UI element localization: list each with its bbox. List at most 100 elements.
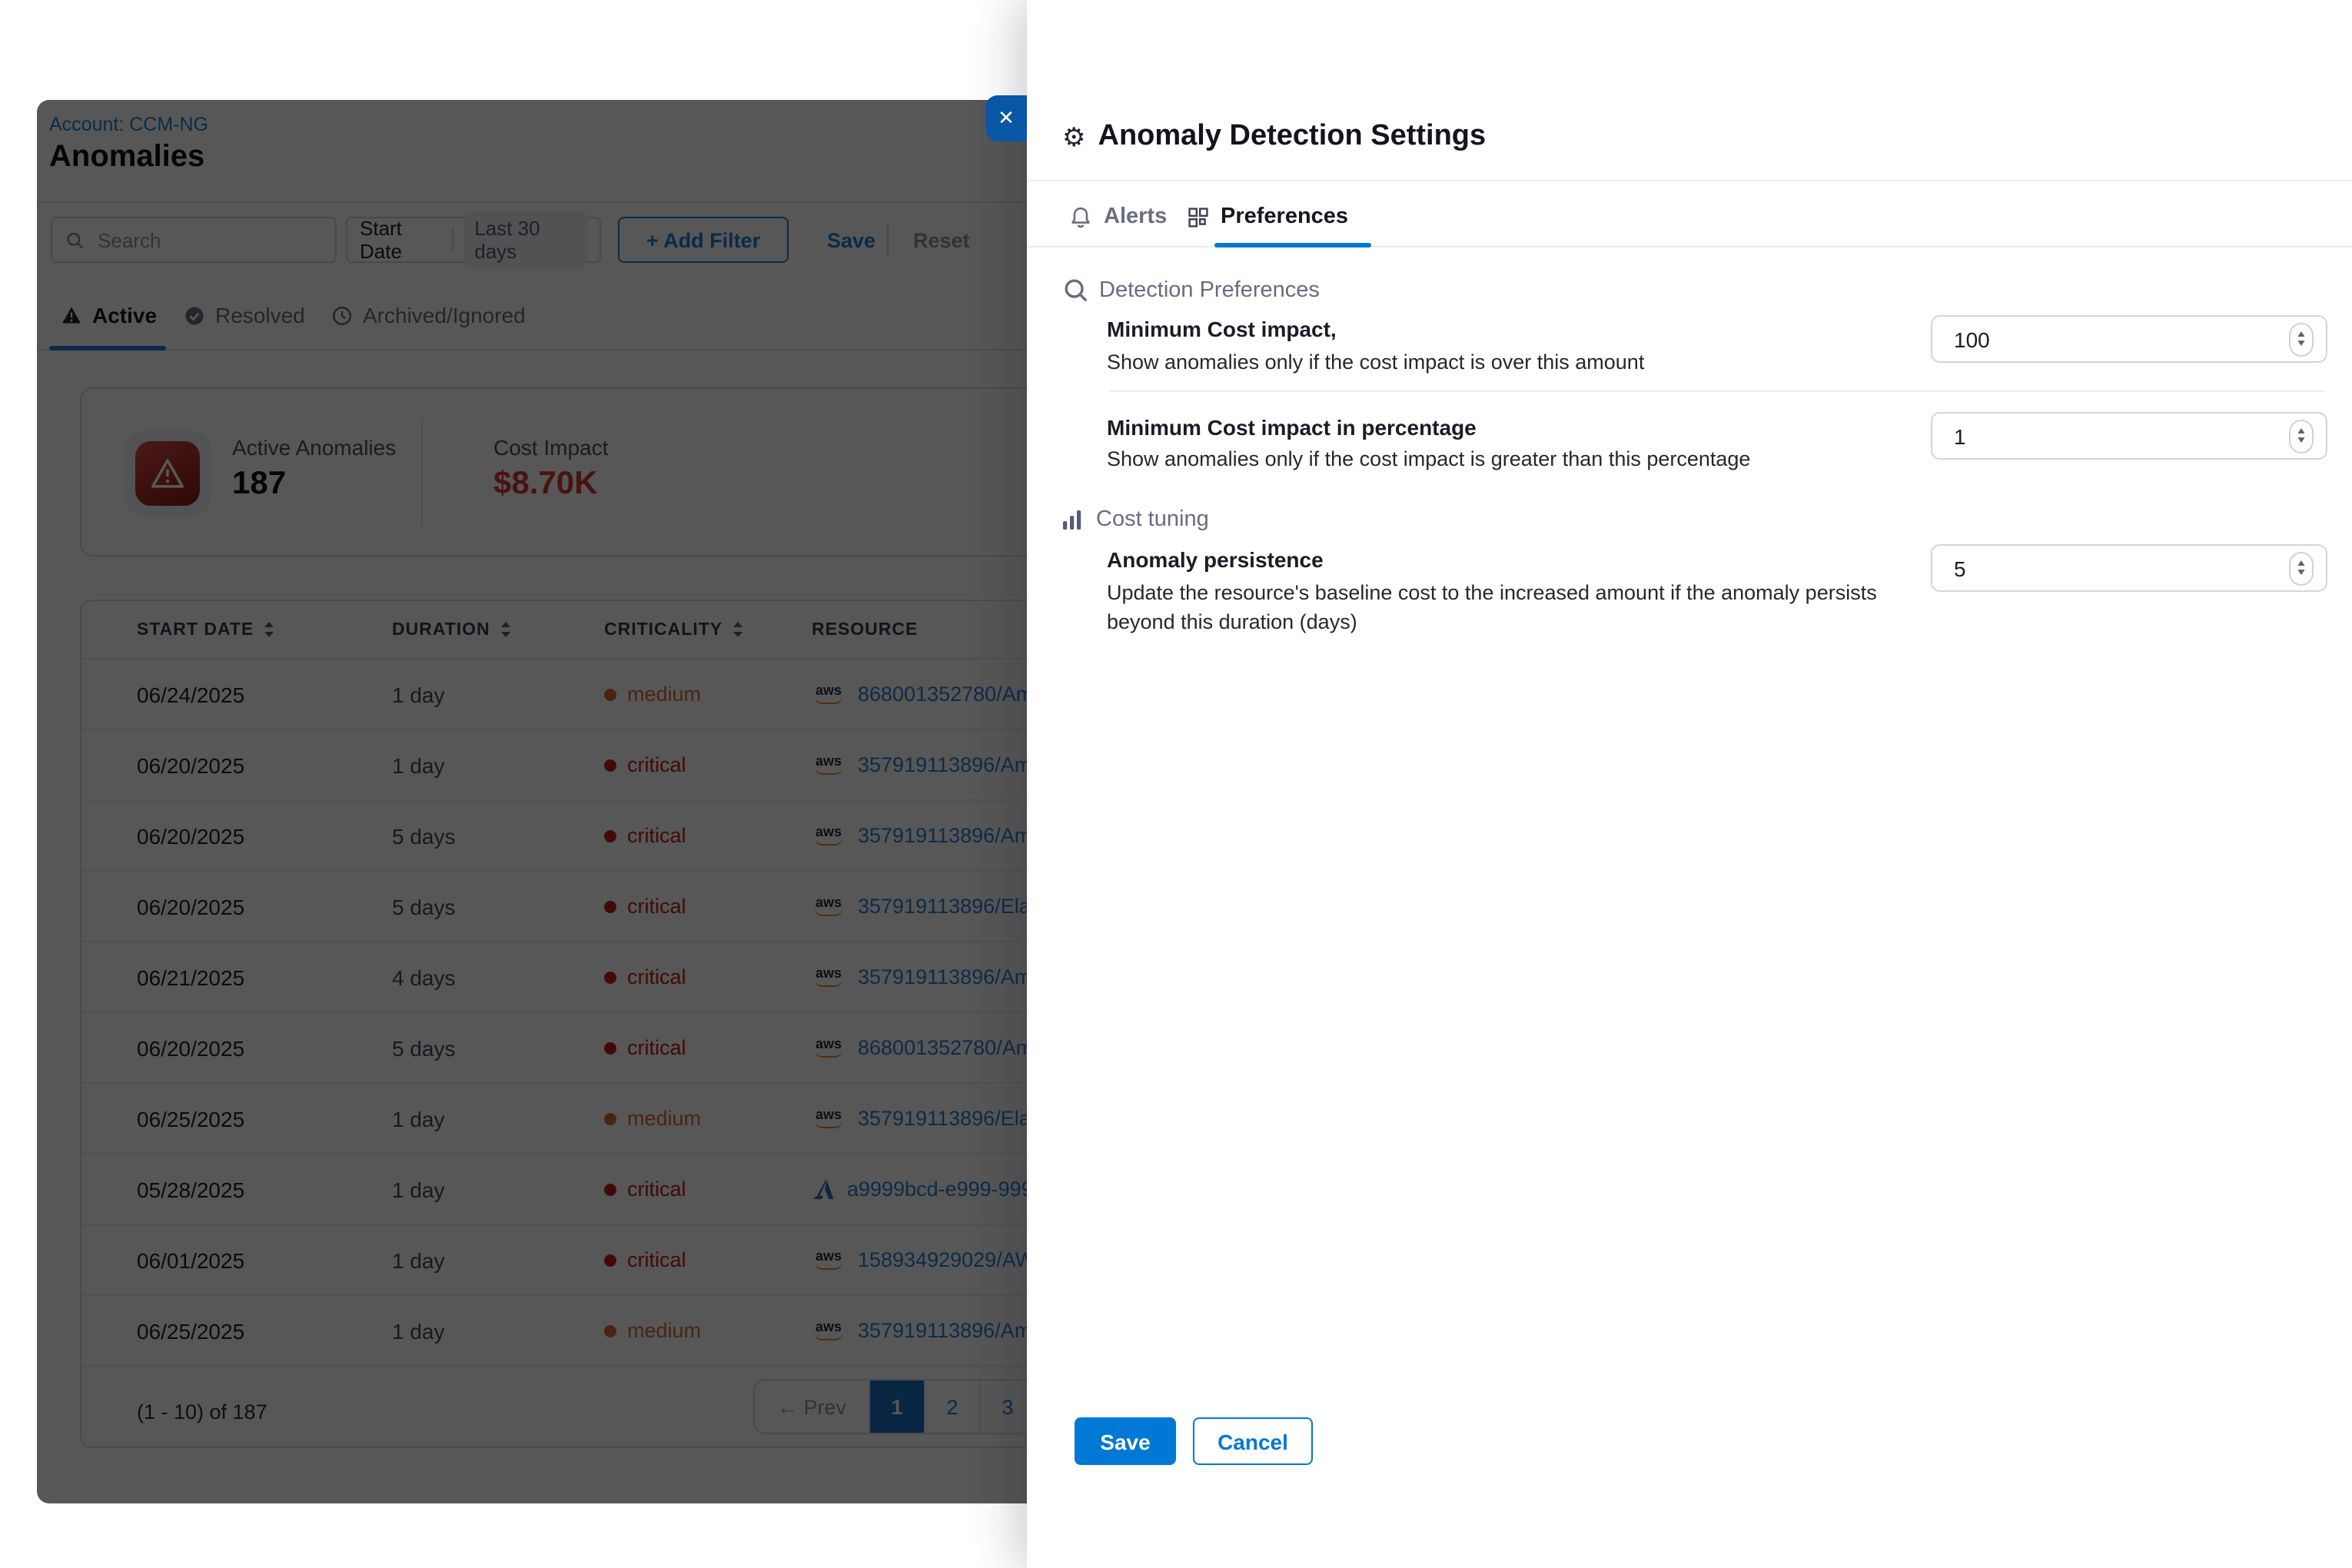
criticality-badge: critical [604, 895, 812, 918]
resource-link[interactable]: 357919113896/Amazon [858, 1319, 1053, 1342]
row-duration: 1 day [392, 1177, 604, 1201]
filter-save-button[interactable]: Save [818, 228, 885, 254]
start-date-filter[interactable]: Start Date Last 30 days [346, 217, 601, 263]
row-start-date: 06/01/2025 [137, 1247, 392, 1272]
criticality-label: medium [627, 683, 701, 706]
min-cost-percentage-input[interactable] [1951, 422, 2289, 450]
table-row[interactable]: 05/28/2025 1 day critical aws a9999bcd-e… [81, 1154, 1053, 1225]
table-row[interactable]: 06/20/2025 1 day critical aws 3579191138… [81, 730, 1053, 801]
criticality-badge: critical [604, 965, 812, 988]
criticality-dot-icon [604, 1183, 616, 1195]
pagination-range: (1 - 10) of 187 [137, 1400, 267, 1423]
azure-icon [812, 1178, 835, 1200]
anomalies-table: START DATE DURATION CRITICALITY [80, 600, 1053, 1448]
row-start-date: 06/24/2025 [137, 682, 392, 706]
close-button[interactable]: ✕ [985, 95, 1027, 141]
resource-link[interactable]: 158934929029/AWS Co [858, 1248, 1053, 1271]
filter-reset-button[interactable]: Reset [904, 228, 979, 254]
aws-icon: aws [812, 967, 845, 987]
table-row[interactable]: 06/21/2025 4 days critical aws 357919113… [81, 942, 1053, 1013]
tab-preferences[interactable]: Preferences [1188, 204, 1348, 229]
stepper-icon[interactable]: ▲▼ [2289, 419, 2314, 453]
sort-icon[interactable] [263, 621, 275, 638]
criticality-badge: critical [604, 1248, 812, 1271]
header-start-date[interactable]: START DATE [137, 620, 392, 639]
prev-button[interactable]: ← Prev [755, 1380, 869, 1433]
section-title: Detection Preferences [1099, 278, 1320, 303]
criticality-dot-icon [604, 1041, 616, 1054]
criticality-badge: critical [604, 753, 812, 776]
resource-link[interactable]: 357919113896/Elastic L [858, 895, 1053, 918]
min-cost-percentage-desc: Show anomalies only if the cost impact i… [1107, 444, 1750, 473]
start-date-value[interactable]: Last 30 days [463, 212, 587, 267]
stepper-icon[interactable]: ▲▼ [2289, 551, 2314, 585]
table-row[interactable]: 06/25/2025 1 day medium aws 357919113896… [81, 1296, 1053, 1367]
anomaly-persistence-input-wrap[interactable]: ▲▼ [1931, 544, 2327, 592]
sort-icon[interactable] [500, 621, 512, 638]
stepper-icon[interactable]: ▲▼ [2289, 322, 2314, 356]
tab-archived[interactable]: Archived/Ignored [332, 303, 526, 327]
table-row[interactable]: 06/01/2025 1 day critical aws 1589349290… [81, 1225, 1053, 1296]
row-duration: 5 days [392, 894, 604, 919]
aws-icon: aws [812, 755, 845, 775]
tab-active[interactable]: Active [61, 303, 157, 327]
criticality-badge: medium [604, 1319, 812, 1342]
search-icon [66, 230, 84, 250]
table-row[interactable]: 06/25/2025 1 day medium aws 357919113896… [81, 1084, 1053, 1154]
row-duration: 1 day [392, 1318, 604, 1343]
header-criticality-label: CRITICALITY [604, 620, 723, 639]
sort-icon[interactable] [732, 621, 744, 638]
row-start-date: 06/20/2025 [137, 894, 392, 919]
save-button[interactable]: Save [1075, 1417, 1176, 1465]
anomaly-persistence-desc: Update the resource's baseline cost to t… [1107, 578, 1883, 636]
tab-alerts[interactable]: Alerts [1070, 204, 1167, 229]
resource-cell: aws 357919113896/Amazon [812, 965, 1053, 988]
page-button-1[interactable]: 1 [869, 1380, 924, 1433]
header-start-date-label: START DATE [137, 620, 254, 639]
header-duration-label: DURATION [392, 620, 490, 639]
search-input[interactable] [95, 227, 321, 253]
criticality-dot-icon [604, 900, 616, 912]
add-filter-button[interactable]: + Add Filter [618, 217, 789, 263]
criticality-label: critical [627, 965, 686, 988]
tab-resolved[interactable]: Resolved [184, 303, 305, 327]
resource-cell: aws 357919113896/Amazon [812, 753, 1053, 776]
criticality-label: medium [627, 1107, 701, 1130]
alert-icon-wrap [125, 430, 211, 517]
table-row[interactable]: 06/20/2025 5 days critical aws 357919113… [81, 801, 1053, 872]
page-button-2[interactable]: 2 [924, 1380, 979, 1433]
resource-link[interactable]: 357919113896/Elastic L [858, 1107, 1053, 1130]
row-start-date: 06/20/2025 [137, 752, 392, 777]
criticality-label: critical [627, 1036, 686, 1059]
resource-link[interactable]: 357919113896/Amazon [858, 753, 1053, 776]
resource-link[interactable]: a9999bcd-e999-999f-g [847, 1178, 1053, 1201]
table-row[interactable]: 06/20/2025 5 days critical aws 868001352… [81, 1013, 1053, 1084]
resource-link[interactable]: 357919113896/Amazon [858, 965, 1053, 988]
table-header-row: START DATE DURATION CRITICALITY [81, 601, 1053, 659]
table-row[interactable]: 06/20/2025 5 days critical aws 357919113… [81, 872, 1053, 942]
search-input-wrap[interactable] [51, 217, 337, 263]
check-circle-icon [184, 305, 204, 325]
min-cost-impact-desc: Show anomalies only if the cost impact i… [1107, 347, 1644, 377]
row-duration: 1 day [392, 1247, 604, 1272]
row-duration: 4 days [392, 965, 604, 989]
header-duration[interactable]: DURATION [392, 620, 604, 639]
min-cost-impact-input[interactable] [1951, 325, 2289, 353]
cancel-button[interactable]: Cancel [1193, 1417, 1313, 1465]
resource-link[interactable]: 868001352780/Amazon [858, 1036, 1053, 1059]
min-cost-impact-input-wrap[interactable]: ▲▼ [1931, 315, 2327, 363]
header-criticality[interactable]: CRITICALITY [604, 620, 812, 639]
row-duration: 5 days [392, 1035, 604, 1060]
table-row[interactable]: 06/24/2025 1 day medium aws 868001352780… [81, 659, 1053, 730]
cost-impact-label: Cost Impact [493, 435, 608, 460]
anomaly-persistence-input[interactable] [1951, 554, 2289, 582]
criticality-badge: critical [604, 824, 812, 847]
resource-link[interactable]: 868001352780/Amazon [858, 683, 1053, 706]
resource-link[interactable]: 357919113896/Amazon W [858, 824, 1053, 847]
breadcrumb-account-link[interactable]: Account: CCM-NG [49, 114, 208, 135]
filter-actions-divider [887, 223, 889, 257]
criticality-dot-icon [604, 829, 616, 842]
min-cost-percentage-input-wrap[interactable]: ▲▼ [1931, 412, 2327, 460]
field-divider [1110, 390, 2324, 392]
criticality-label: critical [627, 824, 686, 847]
